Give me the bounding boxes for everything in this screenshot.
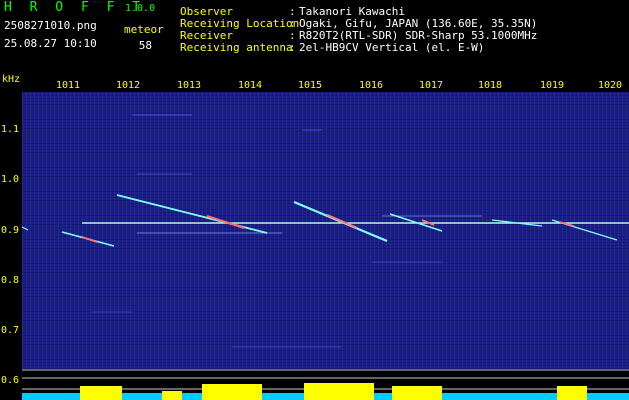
meteor-trail-hot	[81, 236, 98, 243]
power-graph	[22, 369, 629, 400]
timestamp: 25.08.27 10:10	[4, 37, 97, 50]
x-tick-label: 1016	[358, 80, 384, 91]
y-axis-unit: kHz	[2, 74, 21, 85]
x-axis: 1011 1012 1013 1014 1015 1016 1017 1018 …	[22, 80, 629, 92]
y-tick-label: 0.6	[1, 375, 20, 386]
app-title: H R O F F T	[4, 0, 146, 15]
x-tick-label: 1012	[115, 80, 141, 91]
x-tick-label: 1019	[539, 80, 565, 91]
y-tick-label: 1.0	[1, 174, 20, 185]
y-tick-label: 0.7	[1, 325, 20, 336]
x-tick-label: 1015	[297, 80, 323, 91]
info-colon: :	[289, 41, 296, 54]
y-tick-label: 1.1	[1, 124, 20, 135]
meteor-trail	[116, 194, 268, 234]
y-tick-label: 0.8	[1, 275, 20, 286]
power-peak	[392, 386, 442, 400]
info-value-antenna: 2el-HB9CV Vertical (el. E-W)	[299, 41, 485, 54]
x-tick-label: 1020	[597, 80, 623, 91]
power-peak	[80, 386, 122, 400]
power-strip	[22, 369, 629, 400]
x-tick-label: 1014	[237, 80, 263, 91]
y-tick-label: 0.9	[1, 225, 20, 236]
meteor-trail-hot	[326, 213, 358, 230]
meteor-count: 58	[138, 39, 152, 52]
spectrogram-trails	[22, 114, 629, 348]
app-version: 1.0.0	[125, 3, 156, 14]
power-peak	[202, 384, 262, 400]
power-peak	[304, 383, 374, 400]
x-tick-label: 1011	[55, 80, 81, 91]
meteor-label: meteor	[124, 23, 164, 36]
x-tick-label: 1018	[477, 80, 503, 91]
x-tick-label: 1017	[418, 80, 444, 91]
x-tick-label: 1013	[176, 80, 202, 91]
meteor-trail	[22, 226, 29, 231]
filename: 2508271010.png	[4, 19, 97, 32]
power-peak	[162, 391, 182, 400]
info-label-antenna: Receiving antenna	[180, 41, 293, 54]
meteor-trail-hot	[206, 215, 245, 229]
power-peak	[557, 386, 587, 400]
spectrogram	[22, 92, 629, 369]
